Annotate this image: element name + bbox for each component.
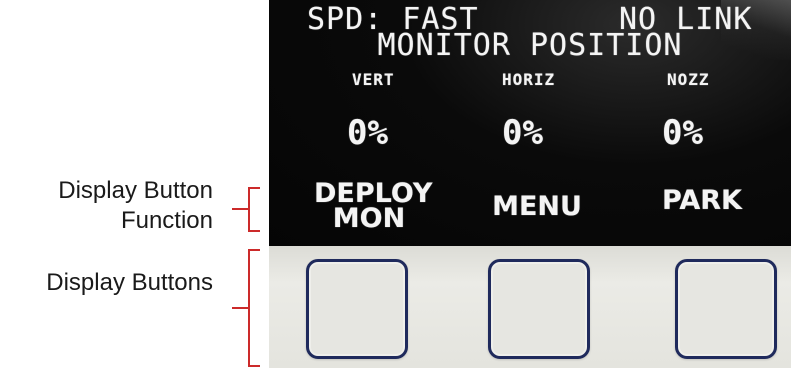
park-button[interactable] <box>675 259 777 359</box>
function-bracket <box>248 187 260 232</box>
horiz-header: HORIZ <box>502 70 556 89</box>
display-button-function-label: Display Button Function <box>58 177 213 234</box>
function-label-menu: MENU <box>492 191 582 222</box>
display-buttons-label: Display Buttons <box>46 269 213 296</box>
buttons-bracket <box>248 249 260 367</box>
deploy-mon-button[interactable] <box>306 259 408 359</box>
nozz-header: NOZZ <box>667 70 710 89</box>
button-panel <box>269 246 791 368</box>
oled-display: SPD: FAST NO LINK MONITOR POSITION VERT … <box>269 0 791 246</box>
nozz-value: 0% <box>662 113 703 153</box>
vert-value: 0% <box>347 113 388 153</box>
buttons-bracket-tick <box>232 307 248 309</box>
function-bracket-tick <box>232 208 248 210</box>
horiz-value: 0% <box>502 113 543 153</box>
vert-header: VERT <box>352 70 395 89</box>
function-label-deploy-mon: DEPLOY MON <box>314 178 433 234</box>
screen-title: MONITOR POSITION <box>377 28 683 63</box>
function-label-park: PARK <box>662 185 742 216</box>
menu-button[interactable] <box>488 259 590 359</box>
